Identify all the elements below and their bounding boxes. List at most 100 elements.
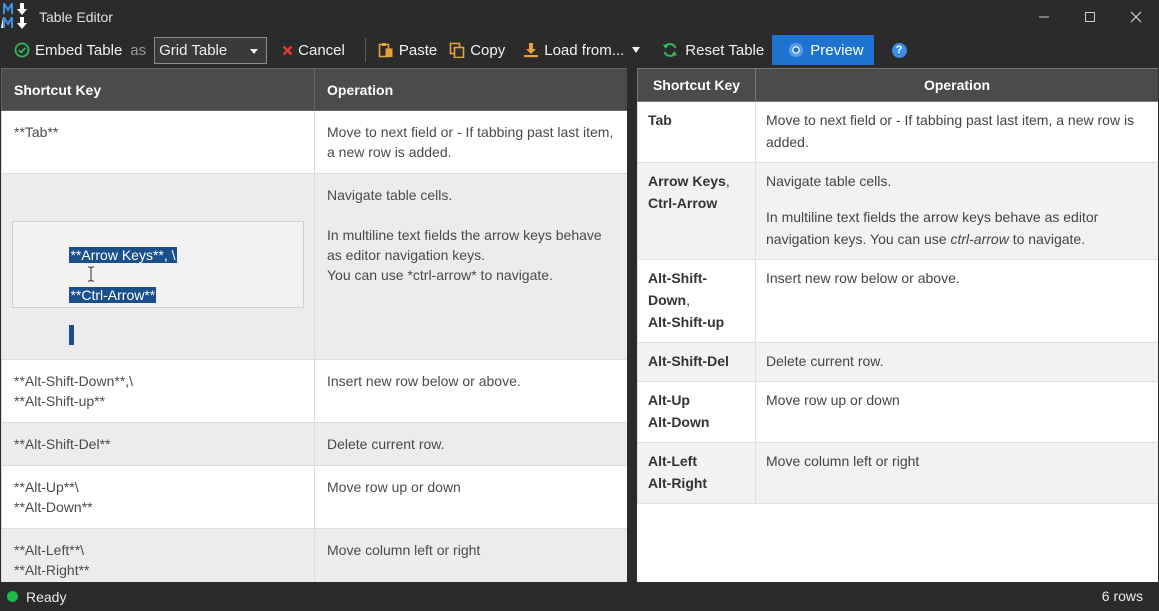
preview-cell-key: Arrow Keys, Ctrl-Arrow [637,162,756,260]
preview-paragraph: In multiline text fields the arrow keys … [766,206,1148,250]
preview-cell-operation: Move column left or right [755,442,1158,504]
as-label: as [130,41,147,59]
table-type-select[interactable]: Grid Table [154,36,268,64]
maximize-button[interactable] [1067,0,1113,33]
reset-table-button[interactable]: Reset Table [656,35,770,65]
editor-cell-operation[interactable]: Move row up or down [314,465,627,529]
key-separator-comma: , [725,173,730,189]
preview-header-row: Shortcut Key Operation [637,68,1158,102]
selected-text-line-1: **Arrow Keys**, \ [69,247,177,263]
preview-header-operation: Operation [755,68,1158,102]
ibeam-cursor-icon [88,266,94,282]
editor-header-operation[interactable]: Operation [314,68,627,111]
preview-cell-operation: Move to next field or - If tabbing past … [755,101,1158,163]
table-row: **Alt-Shift-Down**,\ **Alt-Shift-up** In… [1,359,627,423]
copy-label: Copy [470,41,506,59]
table-row: Alt-Shift-Del Delete current row. [637,342,1158,382]
editor-cell-operation[interactable]: Move to next field or - If tabbing past … [314,110,627,174]
table-row: Arrow Keys, Ctrl-Arrow Navigate table ce… [637,162,1158,260]
preview-cell-key: Alt-Shift-Down, Alt-Shift-up [637,259,756,343]
table-row: **Arrow Keys**, \ **Ctrl-Arrow** Navigat… [1,173,627,360]
toolbar: Embed Table as Grid Table Cancel Paste C… [0,33,1159,67]
window-controls [1021,0,1159,33]
toolbar-separator [364,38,366,62]
table-editor-window: Table Editor Embed Table as Grid Table C… [0,0,1159,611]
editor-cell-key[interactable]: **Tab** [1,110,315,174]
preview-cell-operation: Insert new row below or above. [755,259,1158,343]
table-row: **Tab** Move to next field or - If tabbi… [1,110,627,174]
editor-cell-key[interactable]: **Alt-Up**\ **Alt-Down** [1,465,315,529]
preview-cell-key: Alt-Up Alt-Down [637,381,756,443]
table-row: **Alt-Left**\ **Alt-Right** Move column … [1,528,627,582]
table-row: Alt-Left Alt-Right Move column left or r… [637,442,1158,504]
load-from-dropdown[interactable]: Load from... [517,35,646,65]
minimize-icon [1039,16,1049,17]
preview-key-part: Alt-Shift-up [648,314,725,330]
copy-icon [449,42,465,58]
preview-table: Shortcut Key Operation Tab Move to next … [637,68,1158,504]
preview-panel[interactable]: Shortcut Key Operation Tab Move to next … [637,68,1158,582]
chevron-down-icon [632,47,641,53]
editor-header-shortcut-key[interactable]: Shortcut Key [1,68,315,111]
preview-cell-operation: Delete current row. [755,342,1158,382]
reset-table-label: Reset Table [685,41,765,59]
preview-label: Preview [810,41,864,59]
preview-key-part: Alt-Up [648,392,690,408]
markdown-monster-logo-icon [0,0,33,33]
editor-cell-key[interactable]: **Alt-Shift-Del** [1,422,315,466]
preview-cell-operation: Navigate table cells. In multiline text … [755,162,1158,260]
key-separator-comma: , [686,292,690,308]
editor-cell-key-active[interactable]: **Arrow Keys**, \ **Ctrl-Arrow** [1,173,315,360]
window-title: Table Editor [39,8,113,25]
preview-button[interactable]: Preview [772,35,874,65]
embed-table-label: Embed Table [35,41,123,59]
close-window-button[interactable] [1113,0,1159,33]
paste-icon [378,42,394,58]
cancel-label: Cancel [298,41,345,59]
preview-cell-key: Tab [637,101,756,163]
row-count: 6 rows [1101,588,1143,604]
preview-key-part: Alt-Right [648,475,708,491]
editor-cell-operation[interactable]: Move column left or right [314,528,627,582]
table-row: Tab Move to next field or - If tabbing p… [637,101,1158,163]
close-x-icon [281,42,293,58]
editor-cell-operation[interactable]: Navigate table cells. In multiline text … [314,173,627,360]
preview-cell-key: Alt-Shift-Del [637,342,756,382]
browser-icon [788,42,804,58]
preview-key-part: Alt-Left [648,453,697,469]
preview-key-part: Ctrl-Arrow [648,195,718,211]
maximize-icon [1085,11,1095,22]
preview-cell-key: Alt-Left Alt-Right [637,442,756,504]
preview-key-part: Alt-Shift-Down [648,270,708,308]
status-ok-icon [7,591,18,602]
paste-button[interactable]: Paste [372,35,443,65]
minimize-button[interactable] [1021,0,1067,33]
preview-header-shortcut-key: Shortcut Key [637,68,756,102]
preview-emphasis: ctrl-arrow [950,231,1009,247]
embed-table-button[interactable]: Embed Table [0,35,128,65]
help-icon[interactable]: ? [891,42,907,58]
status-text: Ready [26,588,67,605]
preview-text-run: to navigate. [1008,231,1086,247]
editor-cell-operation[interactable]: Insert new row below or above. [314,359,627,423]
table-row: Alt-Shift-Down, Alt-Shift-up Insert new … [637,259,1158,343]
status-bar: Ready 6 rows [0,582,1159,611]
chevron-down-icon [250,48,259,54]
refresh-icon [662,42,678,58]
editor-header-row: Shortcut Key Operation [1,68,627,111]
check-circle-icon [14,42,30,58]
title-bar: Table Editor [0,0,1159,33]
preview-key-part: Arrow Keys [648,173,726,189]
selected-text-line-2: **Ctrl-Arrow** [69,287,157,303]
download-icon [523,42,539,58]
editor-table: Shortcut Key Operation **Tab** Move to n… [1,68,627,582]
preview-paragraph: Navigate table cells. [766,173,892,189]
table-row: **Alt-Up**\ **Alt-Down** Move row up or … [1,465,627,529]
editor-cell-key[interactable]: **Alt-Left**\ **Alt-Right** [1,528,315,582]
active-cell-editor[interactable]: **Arrow Keys**, \ **Ctrl-Arrow** [12,221,304,345]
copy-button[interactable]: Copy [443,35,511,65]
editor-cell-operation[interactable]: Delete current row. [314,422,627,466]
cancel-button[interactable]: Cancel [275,35,351,65]
text-cursor [69,325,75,345]
table-row: **Alt-Shift-Del** Delete current row. [1,422,627,466]
